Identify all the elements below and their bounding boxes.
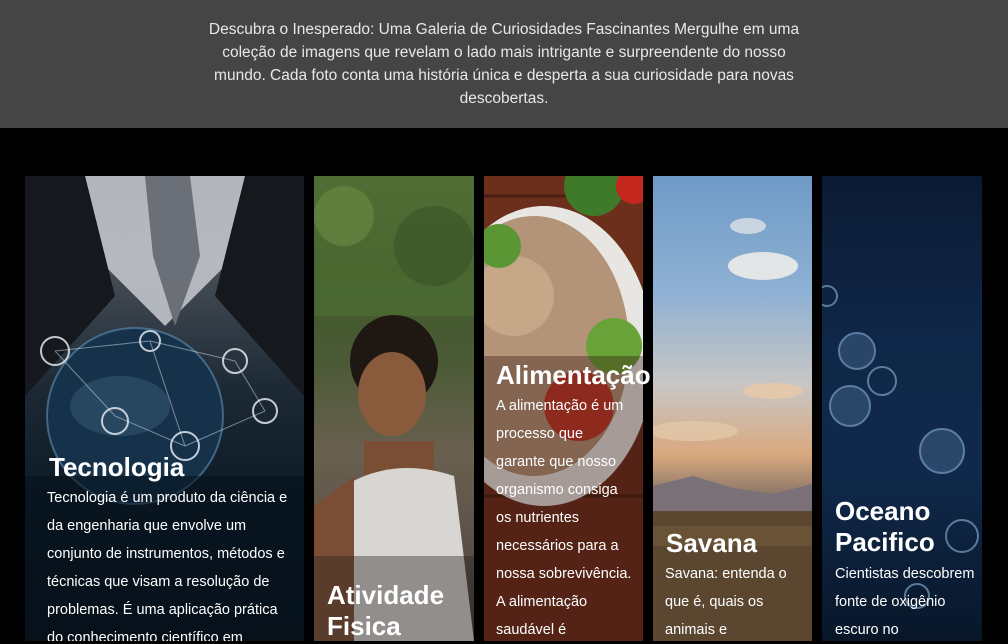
card-title: Atividade Fisica: [327, 580, 445, 641]
gallery: Tecnologia Tecnologia é um produto da ci…: [0, 176, 1008, 641]
card-description: A alimentação é um processo que garante …: [496, 398, 632, 638]
card-atividade-fisica[interactable]: Atividade Fisica: [314, 176, 474, 641]
intro-text: Descubra o Inesperado: Uma Galeria de Cu…: [208, 21, 800, 107]
card-title: Savana: [666, 528, 758, 558]
atividade-fisica-image: [314, 176, 474, 641]
card-description: Tecnologia é um produto da ciência e da …: [47, 490, 288, 641]
card-description: Cientistas descobrem fonte de oxigênio e…: [835, 566, 975, 638]
card-title: Tecnologia: [49, 452, 185, 482]
card-title: Oceano Pacifico: [835, 496, 935, 557]
intro-header: Descubra o Inesperado: Uma Galeria de Cu…: [0, 0, 1008, 128]
card-title: Alimentação: [496, 360, 651, 390]
card-description: Savana: entenda o que é, quais os animai…: [665, 566, 787, 638]
card-oceano-pacifico[interactable]: Oceano Pacifico Cientistas descobrem fon…: [822, 176, 982, 641]
card-savana[interactable]: Savana Savana: entenda o que é, quais os…: [653, 176, 812, 641]
card-alimentacao[interactable]: Alimentação A alimentação é um processo …: [484, 176, 651, 641]
card-tecnologia[interactable]: Tecnologia Tecnologia é um produto da ci…: [25, 176, 304, 641]
